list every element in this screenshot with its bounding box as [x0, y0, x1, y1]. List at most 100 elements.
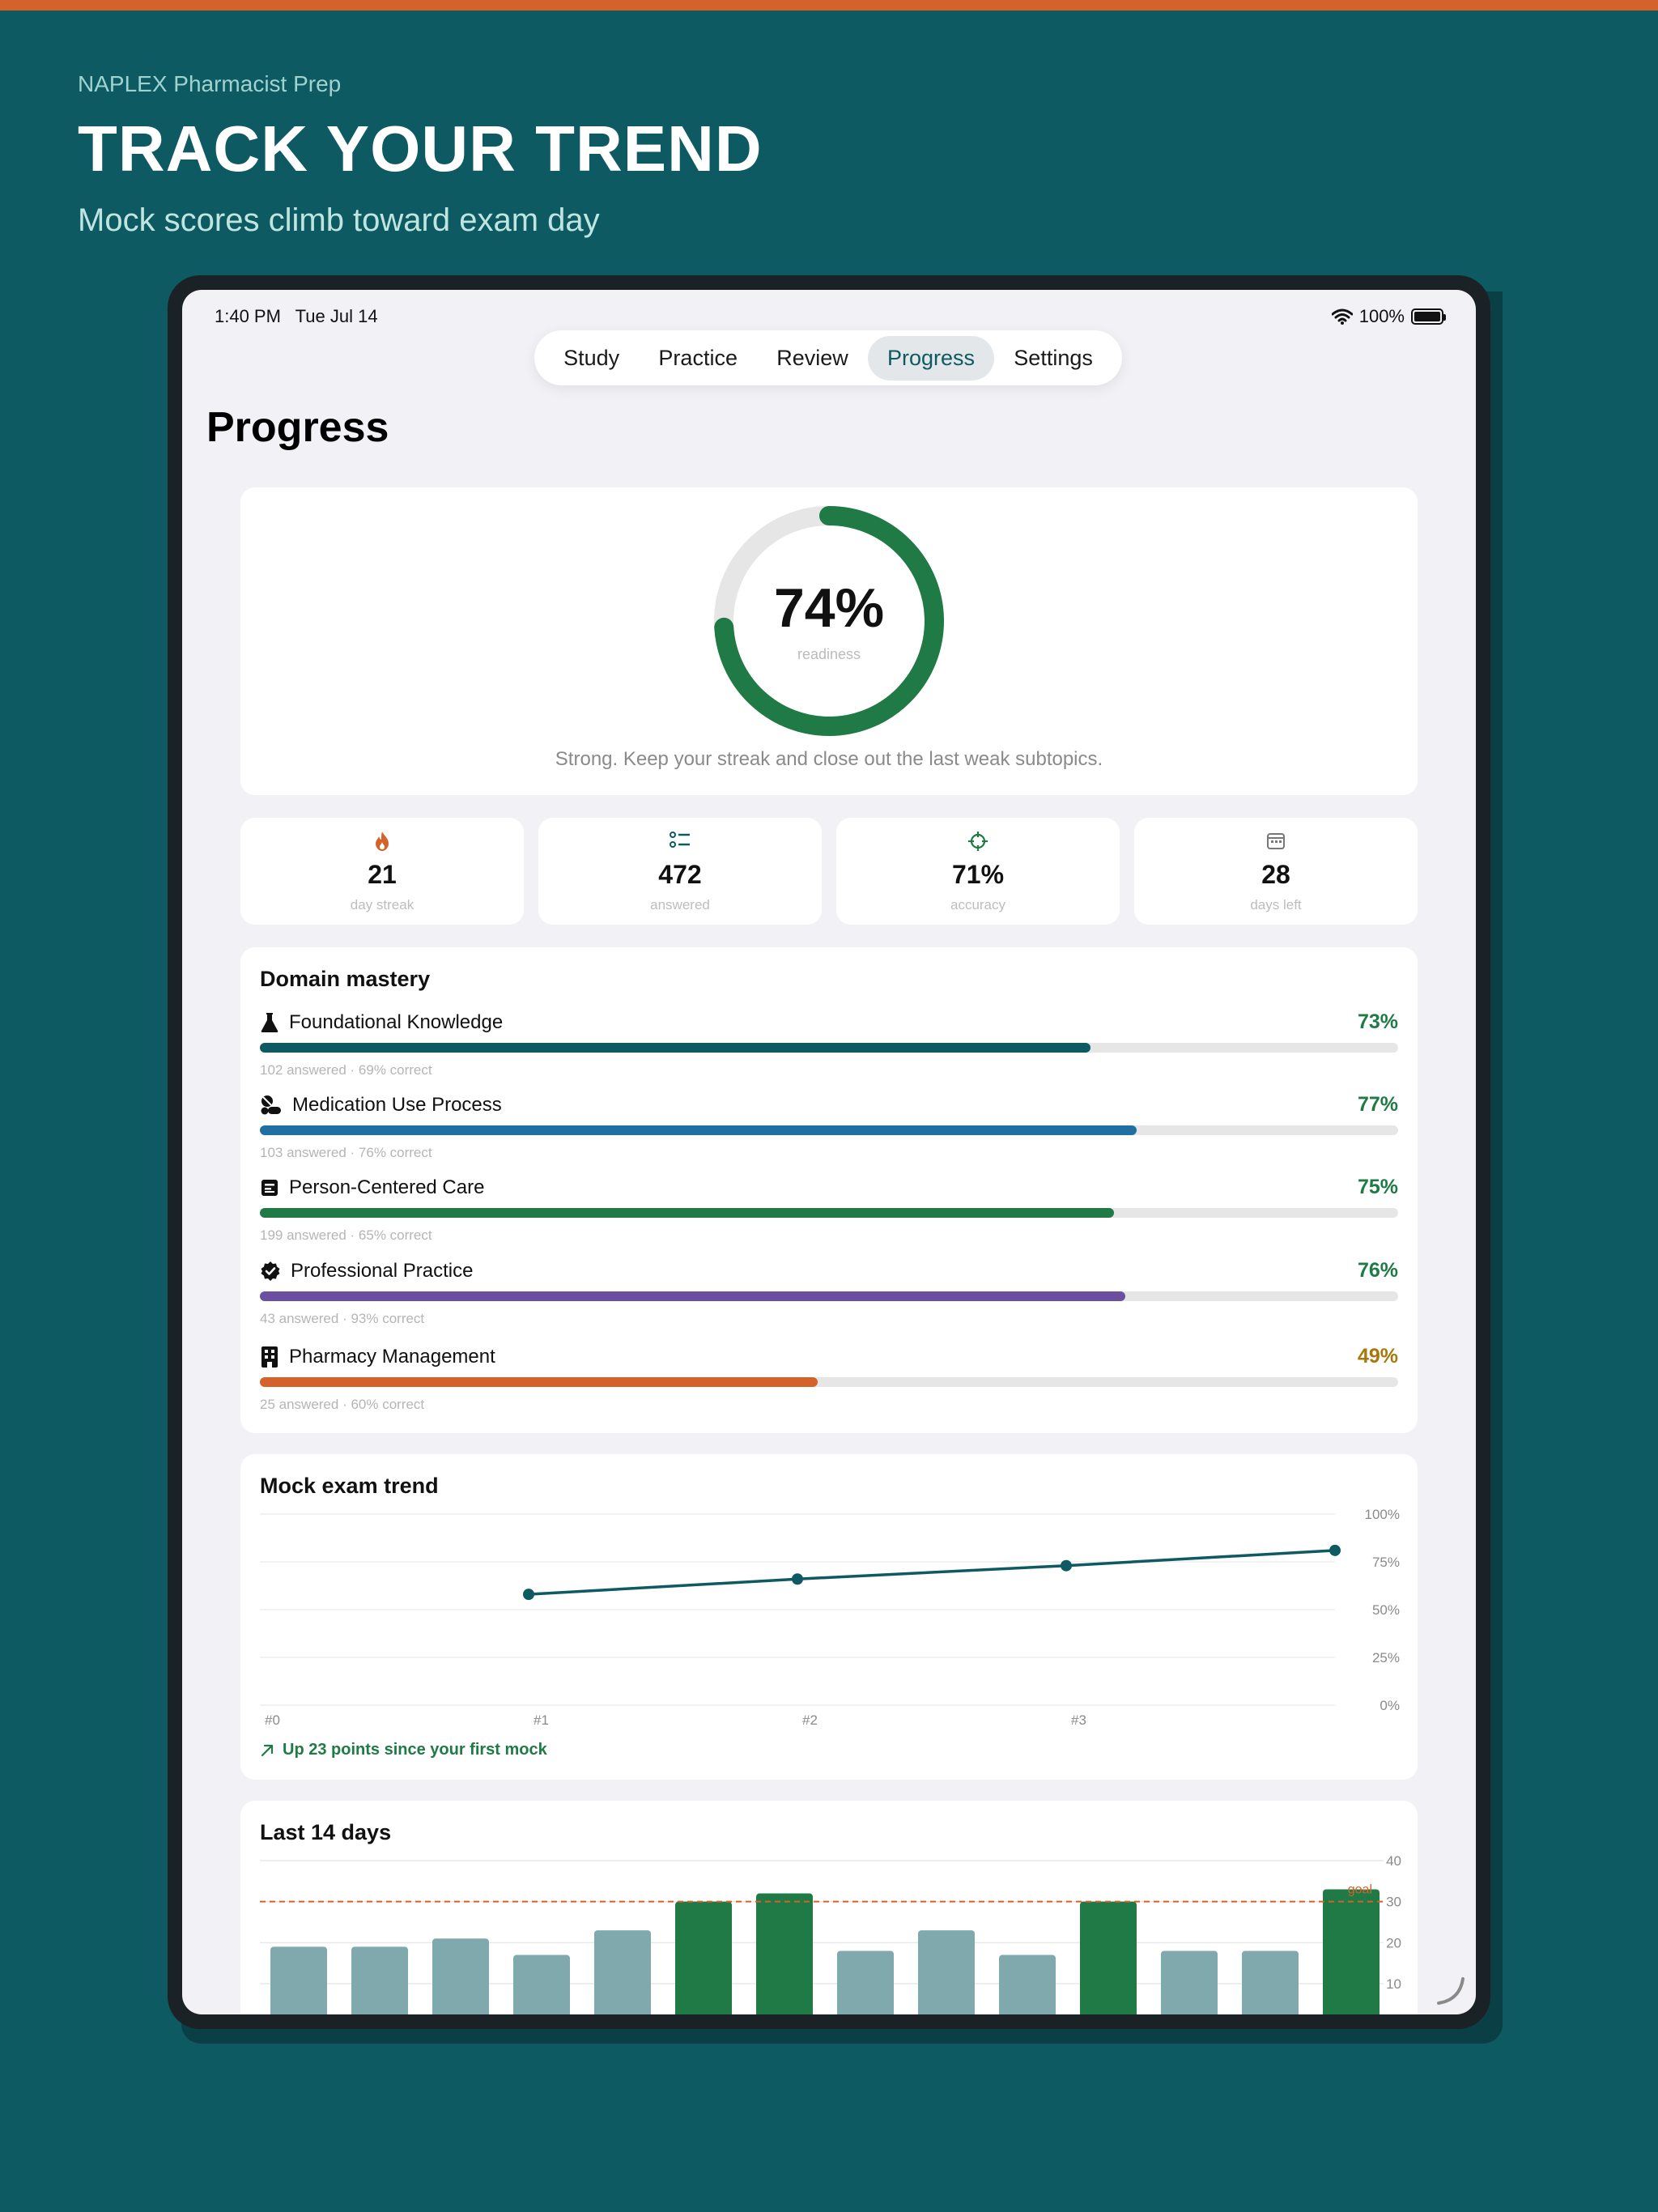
bars-day-bar: [999, 1955, 1056, 2014]
status-time: 1:40 PM: [215, 306, 281, 326]
bars-day-bar: [432, 1938, 489, 2014]
trend-x-tick: #2: [802, 1712, 818, 1728]
trend-y-tick: 25%: [1372, 1650, 1400, 1665]
calendar-icon: [1267, 833, 1285, 849]
domain-row-pharmacy-management[interactable]: Pharmacy Management 49% 25 answered · 60…: [260, 1343, 1398, 1416]
domain-name: Foundational Knowledge: [289, 1011, 504, 1033]
trend-y-tick: 75%: [1372, 1555, 1400, 1570]
pills-icon: [261, 1095, 281, 1115]
domain-row-medication-use[interactable]: Medication Use Process 77% 103 answered …: [260, 1091, 1398, 1164]
domain-row-professional-practice[interactable]: Professional Practice 76% 43 answered · …: [260, 1257, 1398, 1330]
bars-day-bar: [1080, 1901, 1137, 2014]
stat-card-accuracy: 71% accuracy: [836, 818, 1120, 925]
domain-percent: 75%: [1357, 1176, 1398, 1198]
bars-y-tick: 40: [1386, 1853, 1401, 1869]
trend-series-line: [528, 1549, 1336, 1596]
stat-value: 71%: [951, 860, 1005, 889]
trend-x-tick: #0: [265, 1712, 280, 1728]
domain-progress-track: [260, 1125, 1398, 1135]
badge-check-icon: [261, 1261, 280, 1281]
last-14-days-card: 40 30 20 10 goal Last 14 days: [240, 1801, 1418, 2014]
bars-day-bar: [1161, 1950, 1218, 2014]
domain-percent: 73%: [1357, 1010, 1398, 1033]
bars-y-tick: 20: [1386, 1935, 1401, 1950]
domain-mastery-card: Domain mastery Foundational Knowledge 73…: [240, 947, 1418, 1433]
page-title: Progress: [206, 404, 389, 451]
checklist-icon: [670, 832, 690, 848]
readiness-message: Strong. Keep your streak and close out t…: [555, 748, 1103, 770]
status-date: Tue Jul 14: [295, 306, 378, 326]
stat-label: day streak: [350, 897, 414, 912]
resize-handle-icon[interactable]: [1432, 1971, 1469, 2008]
tab-progress[interactable]: Progress: [868, 335, 995, 381]
mock-trend-chart: 100% 75% 50% 25% 0% #0 #1 #2 #3: [260, 1507, 1400, 1728]
mock-trend-note-text: Up 23 points since your first mock: [283, 1741, 547, 1759]
trend-y-tick: 100%: [1365, 1507, 1400, 1522]
flame-icon: [376, 832, 389, 851]
flask-icon: [261, 1013, 278, 1032]
stat-card-answered: 472 answered: [538, 818, 822, 925]
domain-name: Pharmacy Management: [289, 1346, 495, 1368]
stat-label: days left: [1250, 897, 1302, 912]
trend-y-tick: 50%: [1372, 1602, 1400, 1618]
domain-subtext: 43 answered · 93% correct: [260, 1311, 425, 1326]
mock-trend-title: Mock exam trend: [260, 1474, 439, 1498]
domain-mastery-title: Domain mastery: [260, 967, 431, 991]
wifi-icon: [1331, 308, 1353, 325]
last-14-days-title: Last 14 days: [260, 1820, 392, 1844]
readiness-card: 74% readiness Strong. Keep your streak a…: [240, 487, 1418, 795]
stat-card-days-left: 28 days left: [1134, 818, 1418, 925]
domain-subtext: 103 answered · 76% correct: [260, 1145, 432, 1160]
tab-study[interactable]: Study: [544, 336, 639, 381]
domain-progress-fill: [260, 1043, 1091, 1053]
trend-point: [1061, 1559, 1072, 1572]
stat-label: answered: [650, 897, 710, 912]
stat-value: 21: [368, 860, 397, 889]
trend-x-tick: #3: [1071, 1712, 1086, 1728]
domain-progress-track: [260, 1377, 1398, 1387]
domain-progress-fill: [260, 1291, 1125, 1301]
bars-goal-label: goal: [1348, 1883, 1372, 1897]
domain-percent: 77%: [1357, 1093, 1398, 1116]
hero-eyebrow: NAPLEX Pharmacist Prep: [78, 71, 342, 96]
trend-point: [792, 1573, 803, 1585]
stat-card-streak: 21 day streak: [240, 818, 524, 925]
target-icon: [968, 832, 988, 851]
bars-day-bar: [1323, 1889, 1380, 2014]
top-accent-strip: [0, 0, 1658, 11]
domain-row-person-centered[interactable]: Person-Centered Care 75% 199 answered · …: [260, 1174, 1398, 1247]
domain-percent: 76%: [1357, 1259, 1398, 1282]
tab-bar: Study Practice Review Progress Settings: [534, 330, 1122, 385]
stat-label: accuracy: [950, 897, 1006, 912]
trend-point: [1329, 1544, 1341, 1556]
domain-subtext: 102 answered · 69% correct: [260, 1062, 432, 1078]
stat-value: 472: [658, 860, 702, 889]
arrow-up-right-icon: [261, 1744, 274, 1756]
mock-trend-note: Up 23 points since your first mock: [260, 1741, 547, 1759]
hero-subtitle: Mock scores climb toward exam day: [78, 202, 600, 238]
bars-day-bar: [351, 1946, 408, 2014]
mock-trend-card: 100% 75% 50% 25% 0% #0 #1 #2 #3 Mock exam trend …: [240, 1454, 1418, 1780]
domain-progress-fill: [260, 1208, 1114, 1218]
domain-progress-track: [260, 1208, 1398, 1218]
bars-day-bar: [270, 1946, 327, 2014]
building-icon: [261, 1346, 278, 1368]
bars-day-bar: [756, 1893, 813, 2014]
battery-percent: 100%: [1358, 306, 1405, 326]
domain-progress-fill: [260, 1125, 1137, 1135]
domain-row-foundational[interactable]: Foundational Knowledge 73% 102 answered …: [260, 1009, 1398, 1082]
trend-point: [523, 1589, 534, 1601]
bars-day-bar: [1242, 1950, 1299, 2014]
bars-y-tick: 30: [1386, 1895, 1401, 1910]
trend-x-tick: #1: [534, 1712, 549, 1728]
domain-name: Medication Use Process: [292, 1094, 502, 1116]
domain-subtext: 199 answered · 65% correct: [260, 1227, 432, 1243]
last-14-days-chart: 40 30 20 10 goal: [260, 1853, 1401, 2014]
bars-day-bar: [918, 1930, 975, 2014]
domain-subtext: 25 answered · 60% correct: [260, 1397, 425, 1412]
domain-progress-fill: [260, 1377, 818, 1387]
tab-practice[interactable]: Practice: [639, 336, 757, 381]
bars-day-bar: [594, 1930, 651, 2014]
tab-settings[interactable]: Settings: [994, 336, 1112, 381]
tab-review[interactable]: Review: [757, 336, 868, 381]
